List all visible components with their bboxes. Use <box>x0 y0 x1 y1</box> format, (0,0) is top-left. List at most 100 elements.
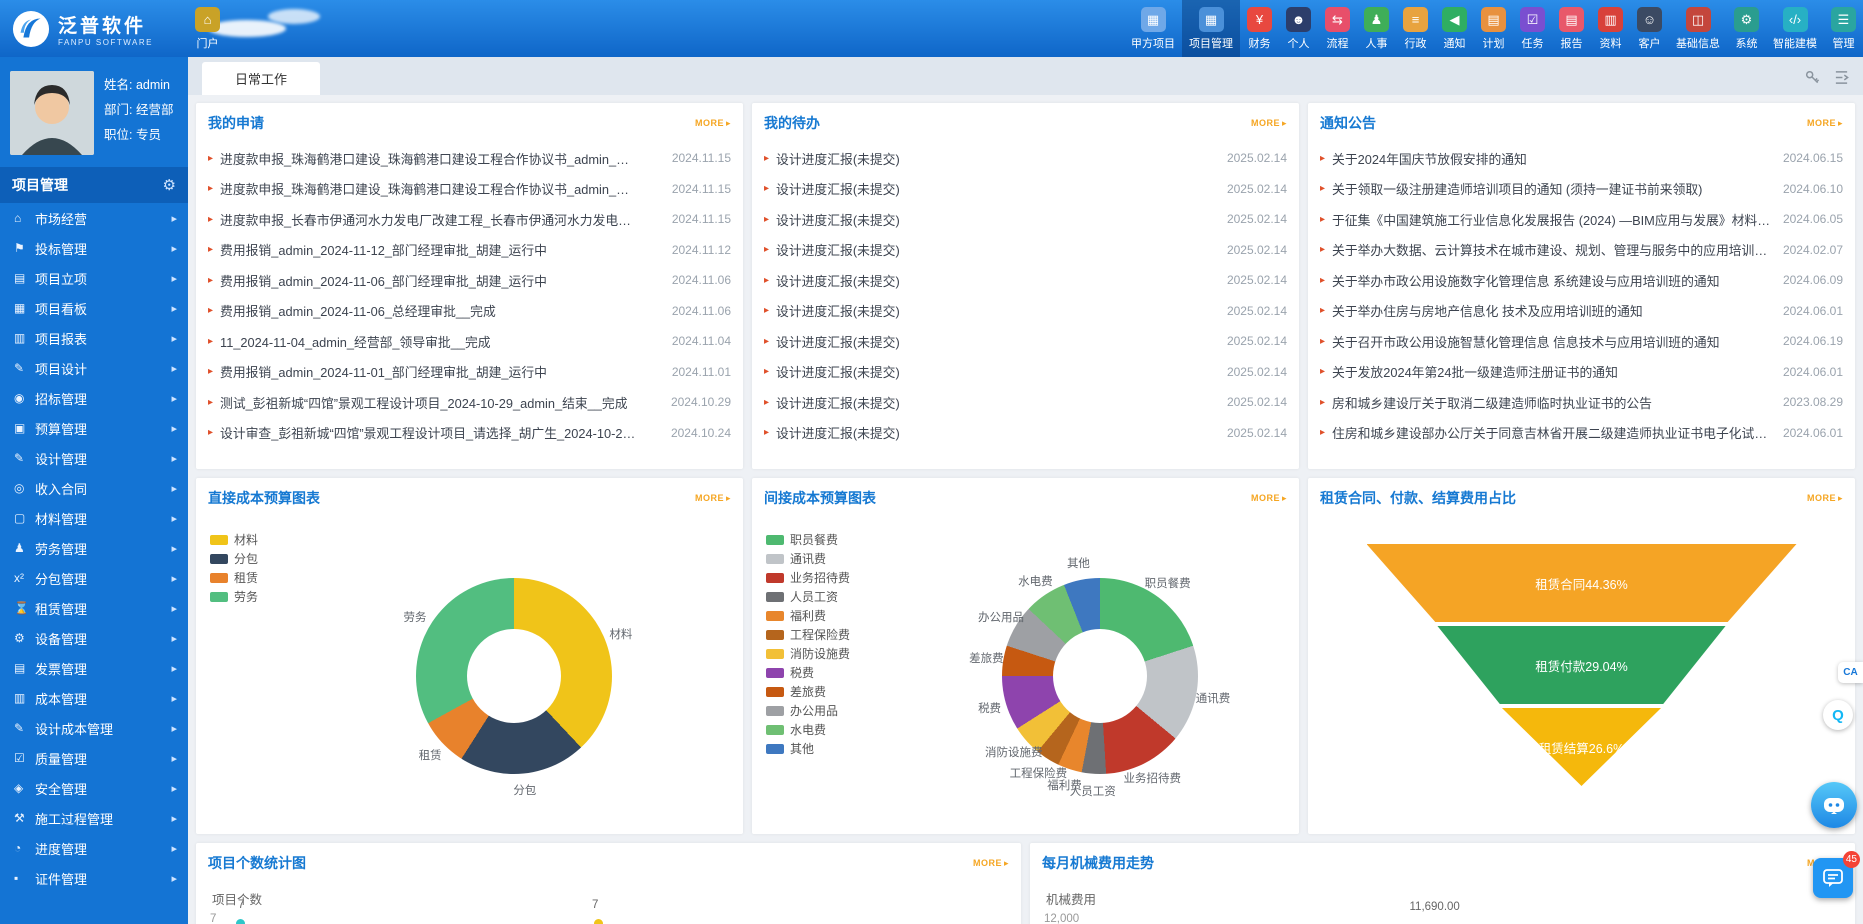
list-item[interactable]: ▸ 设计进度汇报(未提交) 2025.02.14 <box>764 387 1287 418</box>
list-item[interactable]: ▸ 设计进度汇报(未提交) 2025.02.14 <box>764 204 1287 235</box>
sidebar-menu-item[interactable]: ⚒ 施工过程管理 ▸ <box>0 803 188 833</box>
funnel-segment[interactable]: 租赁付款29.04% <box>1367 626 1797 704</box>
list-item[interactable]: ▸ 关于2024年国庆节放假安排的通知 2024.06.15 <box>1320 143 1843 174</box>
sidebar-menu-item[interactable]: ⌛ 租赁管理 ▸ <box>0 593 188 623</box>
list-item[interactable]: ▸ 关于领取一级注册建造师培训项目的通知 (须持一建证书前来领取) 2024.0… <box>1320 174 1843 205</box>
sidebar-menu-item[interactable]: ▢ 材料管理 ▸ <box>0 503 188 533</box>
list-item[interactable]: ▸ 费用报销_admin_2024-11-06_总经理审批__完成 2024.1… <box>208 296 731 327</box>
legend-item[interactable]: 分包 <box>210 549 258 568</box>
top-nav-item[interactable]: ☺ 客户 <box>1630 0 1669 57</box>
legend-item[interactable]: 业务招待费 <box>766 568 850 587</box>
legend-item[interactable]: 办公用品 <box>766 701 850 720</box>
top-nav-item[interactable]: ▤ 计划 <box>1474 0 1513 57</box>
list-item[interactable]: ▸ 设计进度汇报(未提交) 2025.02.14 <box>764 357 1287 388</box>
more-button[interactable]: MORE <box>695 118 731 129</box>
legend-item[interactable]: 劳务 <box>210 587 258 606</box>
donut-ring[interactable] <box>416 578 612 774</box>
message-center-button[interactable]: 45 <box>1813 858 1853 898</box>
list-item[interactable]: ▸ 住房和城乡建设部办公厅关于同意吉林省开展二级建造师执业证书电子化试点… 20… <box>1320 418 1843 449</box>
more-button[interactable]: MORE <box>1251 118 1287 129</box>
more-button[interactable]: MORE <box>1807 493 1843 504</box>
list-item[interactable]: ▸ 设计进度汇报(未提交) 2025.02.14 <box>764 265 1287 296</box>
expand-icon[interactable] <box>1834 70 1849 85</box>
top-nav-item[interactable]: ≡ 行政 <box>1396 0 1435 57</box>
legend-item[interactable]: 材料 <box>210 530 258 549</box>
list-item[interactable]: ▸ 关于召开市政公用设施智慧化管理信息 信息技术与应用培训班的通知 2024.0… <box>1320 326 1843 357</box>
legend-item[interactable]: 税费 <box>766 663 850 682</box>
list-item[interactable]: ▸ 于征集《中国建筑施工行业信息化发展报告 (2024) —BIM应用与发展》材… <box>1320 204 1843 235</box>
more-button[interactable]: MORE <box>973 858 1009 869</box>
list-item[interactable]: ▸ 费用报销_admin_2024-11-01_部门经理审批_胡建_运行中 20… <box>208 357 731 388</box>
top-nav-item[interactable]: ☻ 个人 <box>1279 0 1318 57</box>
top-nav-item[interactable]: ¥ 财务 <box>1240 0 1279 57</box>
key-icon[interactable] <box>1805 70 1820 85</box>
more-button[interactable]: MORE <box>695 493 731 504</box>
top-nav-item[interactable]: ⇆ 流程 <box>1318 0 1357 57</box>
top-nav-item[interactable]: ☰ 管理 <box>1824 0 1863 57</box>
sidebar-menu-item[interactable]: ⚙ 设备管理 ▸ <box>0 623 188 653</box>
sidebar-menu-item[interactable]: ◔ 进度管理 ▸ <box>0 833 188 863</box>
sidebar-menu-item[interactable]: ⌂ 市场经营 ▸ <box>0 203 188 233</box>
funnel-segment[interactable]: 租赁结算26.6% <box>1367 708 1797 786</box>
sidebar-menu-item[interactable]: ▪ 证件管理 ▸ <box>0 863 188 893</box>
legend-item[interactable]: 其他 <box>766 739 850 758</box>
chat-assistant-button[interactable] <box>1811 782 1857 828</box>
sidebar-menu-item[interactable]: ✎ 项目设计 ▸ <box>0 353 188 383</box>
top-nav-item[interactable]: ◀ 通知 <box>1435 0 1474 57</box>
list-item[interactable]: ▸ 设计进度汇报(未提交) 2025.02.14 <box>764 326 1287 357</box>
list-item[interactable]: ▸ 关于举办市政公用设施数字化管理信息 系统建设与应用培训班的通知 2024.0… <box>1320 265 1843 296</box>
sidebar-menu-item[interactable]: ✎ 设计管理 ▸ <box>0 443 188 473</box>
sidebar-menu-item[interactable]: ◉ 招标管理 ▸ <box>0 383 188 413</box>
top-nav-item[interactable]: ▤ 报告 <box>1552 0 1591 57</box>
legend-item[interactable]: 差旅费 <box>766 682 850 701</box>
list-item[interactable]: ▸ 费用报销_admin_2024-11-06_部门经理审批_胡建_运行中 20… <box>208 265 731 296</box>
sidebar-menu-item[interactable]: x² 分包管理 ▸ <box>0 563 188 593</box>
list-item[interactable]: ▸ 关于举办住房与房地产信息化 技术及应用培训班的通知 2024.06.01 <box>1320 296 1843 327</box>
top-nav-item[interactable]: ▥ 资料 <box>1591 0 1630 57</box>
list-item[interactable]: ▸ 测试_彭祖新城“四馆”景观工程设计项目_2024-10-29_admin_结… <box>208 387 731 418</box>
sidebar-menu-item[interactable]: ✎ 设计成本管理 ▸ <box>0 713 188 743</box>
legend-item[interactable]: 工程保险费 <box>766 625 850 644</box>
list-item[interactable]: ▸ 房和城乡建设厅关于取消二级建造师临时执业证书的公告 2023.08.29 <box>1320 387 1843 418</box>
sidebar-menu-item[interactable]: ▦ 项目看板 ▸ <box>0 293 188 323</box>
legend-item[interactable]: 水电费 <box>766 720 850 739</box>
sidebar-menu-item[interactable]: ◎ 收入合同 ▸ <box>0 473 188 503</box>
sidebar-menu-item[interactable]: ▥ 成本管理 ▸ <box>0 683 188 713</box>
sidebar-menu-item[interactable]: ☑ 质量管理 ▸ <box>0 743 188 773</box>
data-point[interactable] <box>236 919 245 924</box>
top-nav-item[interactable]: ☑ 任务 <box>1513 0 1552 57</box>
funnel-segment[interactable]: 租赁合同44.36% <box>1367 544 1797 622</box>
top-nav-item[interactable]: ♟ 人事 <box>1357 0 1396 57</box>
sidebar-menu-item[interactable]: ▤ 发票管理 ▸ <box>0 653 188 683</box>
sidebar-menu-item[interactable]: ▤ 项目立项 ▸ <box>0 263 188 293</box>
list-item[interactable]: ▸ 设计进度汇报(未提交) 2025.02.14 <box>764 174 1287 205</box>
legend-item[interactable]: 人员工资 <box>766 587 850 606</box>
list-item[interactable]: ▸ 设计进度汇报(未提交) 2025.02.14 <box>764 296 1287 327</box>
gear-icon[interactable]: ⚙ <box>163 176 176 194</box>
top-nav-item[interactable]: ‹/› 智能建模 <box>1766 0 1824 57</box>
list-item[interactable]: ▸ 设计审查_彭祖新城“四馆”景观工程设计项目_请选择_胡广生_2024-10-… <box>208 418 731 449</box>
top-nav-item[interactable]: ◫ 基础信息 <box>1669 0 1727 57</box>
top-nav-item[interactable]: ▦ 项目管理 <box>1182 0 1240 57</box>
nav-item-portal[interactable]: ⌂ 门户 <box>188 0 227 57</box>
more-button[interactable]: MORE <box>1251 493 1287 504</box>
sidebar-menu-item[interactable]: ▥ 项目报表 ▸ <box>0 323 188 353</box>
ca-sidebar-tab[interactable]: CA <box>1838 662 1863 683</box>
legend-item[interactable]: 职员餐费 <box>766 530 850 549</box>
sidebar-menu-item[interactable]: ♟ 劳务管理 ▸ <box>0 533 188 563</box>
list-item[interactable]: ▸ 进度款申报_长春市伊通河水力发电厂改建工程_长春市伊通河水力发电… 2024… <box>208 204 731 235</box>
list-item[interactable]: ▸ 关于发放2024年第24批一级建造师注册证书的通知 2024.06.01 <box>1320 357 1843 388</box>
legend-item[interactable]: 租赁 <box>210 568 258 587</box>
list-item[interactable]: ▸ 设计进度汇报(未提交) 2025.02.14 <box>764 418 1287 449</box>
sidebar-menu-item[interactable]: ▣ 预算管理 ▸ <box>0 413 188 443</box>
data-point[interactable] <box>594 919 603 924</box>
list-item[interactable]: ▸ 设计进度汇报(未提交) 2025.02.14 <box>764 235 1287 266</box>
list-item[interactable]: ▸ 费用报销_admin_2024-11-12_部门经理审批_胡建_运行中 20… <box>208 235 731 266</box>
sidebar-menu-item[interactable]: ⚑ 投标管理 ▸ <box>0 233 188 263</box>
list-item[interactable]: ▸ 关于举办大数据、云计算技术在城市建设、规划、管理与服务中的应用培训班… 20… <box>1320 235 1843 266</box>
more-button[interactable]: MORE <box>1807 118 1843 129</box>
top-nav-item[interactable]: ▦ 甲方项目 <box>1124 0 1182 57</box>
list-item[interactable]: ▸ 进度款申报_珠海鹤港口建设_珠海鹤港口建设工程合作协议书_admin_… 2… <box>208 143 731 174</box>
qq-service-button[interactable]: Q <box>1823 700 1853 730</box>
list-item[interactable]: ▸ 设计进度汇报(未提交) 2025.02.14 <box>764 143 1287 174</box>
